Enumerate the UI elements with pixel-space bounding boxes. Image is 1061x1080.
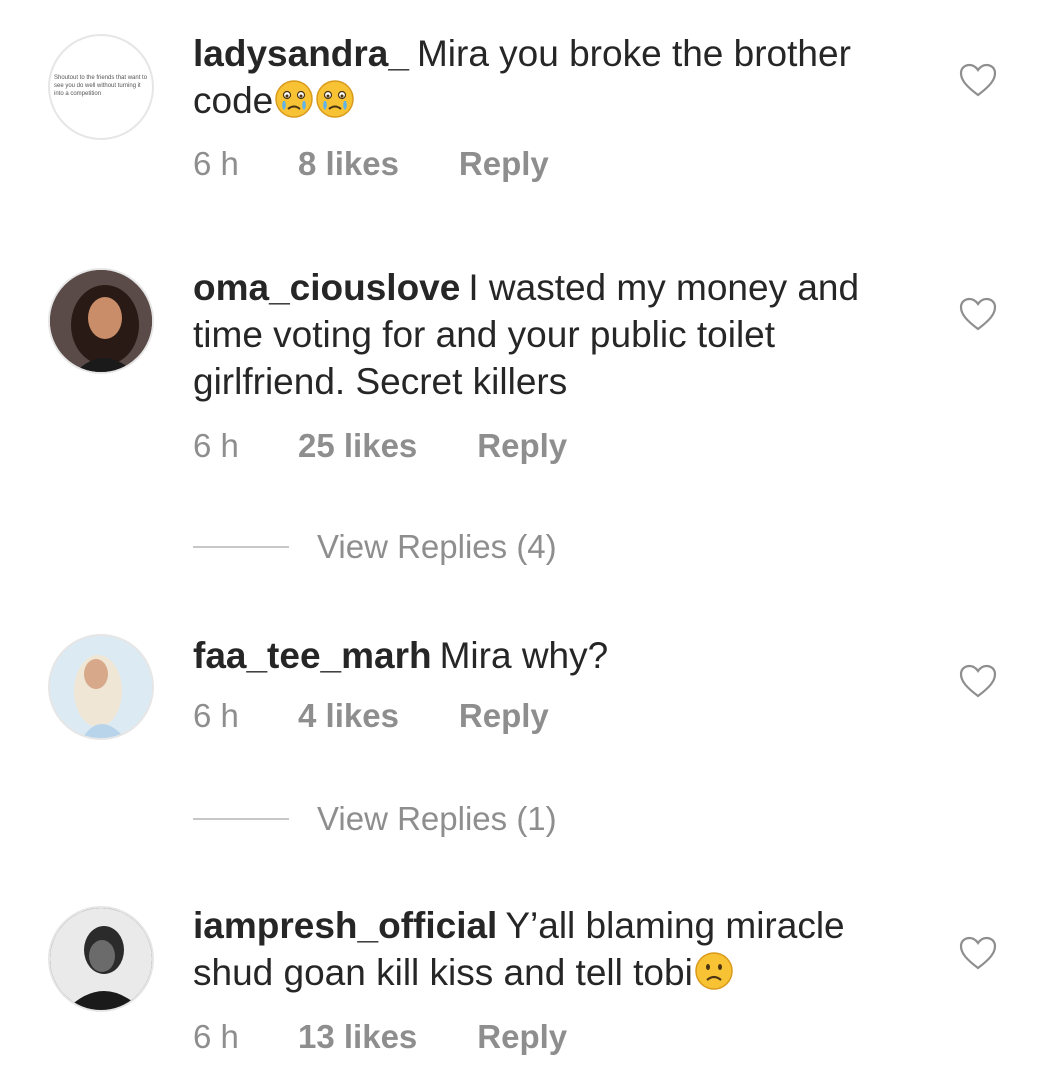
- comment-time: 6 h: [193, 1018, 239, 1055]
- comment-time: 6 h: [193, 145, 239, 182]
- comment-username[interactable]: iampresh_official: [193, 905, 497, 946]
- avatar[interactable]: [48, 634, 154, 740]
- comment-text: oma_ciouslove I wasted my money and time …: [193, 264, 933, 405]
- view-replies-button[interactable]: View Replies (1): [193, 799, 557, 839]
- comment-text: iampresh_official Y’all blaming miracle s…: [193, 902, 933, 996]
- avatar-photo: [50, 636, 152, 738]
- avatar-photo: [50, 270, 152, 372]
- comment-meta: 6 h 4 likes Reply: [193, 696, 549, 736]
- heart-icon[interactable]: [958, 62, 998, 98]
- view-replies-label: View Replies (4): [317, 528, 557, 565]
- comment-username[interactable]: oma_ciouslove: [193, 267, 460, 308]
- reply-button[interactable]: Reply: [459, 145, 549, 183]
- comment-meta: 6 h 8 likes Reply: [193, 144, 549, 184]
- crying-face-emoji: [316, 80, 354, 118]
- heart-icon[interactable]: [958, 935, 998, 971]
- reply-button[interactable]: Reply: [477, 1018, 567, 1056]
- avatar-image-text: Shoutout to the friends that want to see…: [54, 75, 148, 97]
- comment-likes[interactable]: 13 likes: [298, 1018, 417, 1056]
- crying-face-emoji: [275, 80, 313, 118]
- comment-meta: 6 h 13 likes Reply: [193, 1017, 567, 1057]
- frowning-face-emoji: [695, 952, 733, 990]
- comment-text: ladysandra_ Mira you broke the brother co…: [193, 30, 933, 124]
- comment-meta: 6 h 25 likes Reply: [193, 426, 567, 466]
- comment-likes[interactable]: 25 likes: [298, 427, 417, 465]
- avatar[interactable]: [48, 268, 154, 374]
- reply-button[interactable]: Reply: [477, 427, 567, 465]
- divider-line: [193, 546, 289, 548]
- view-replies-button[interactable]: View Replies (4): [193, 527, 557, 567]
- comment-likes[interactable]: 8 likes: [298, 145, 399, 183]
- comment-body: Mira why?: [439, 635, 609, 676]
- avatar-photo: [50, 908, 152, 1010]
- comment-time: 6 h: [193, 697, 239, 734]
- reply-button[interactable]: Reply: [459, 697, 549, 735]
- divider-line: [193, 818, 289, 820]
- heart-icon[interactable]: [958, 296, 998, 332]
- heart-icon[interactable]: [958, 663, 998, 699]
- avatar[interactable]: Shoutout to the friends that want to see…: [48, 34, 154, 140]
- comment-likes[interactable]: 4 likes: [298, 697, 399, 735]
- view-replies-label: View Replies (1): [317, 800, 557, 837]
- comment-username[interactable]: ladysandra_: [193, 33, 409, 74]
- comment-text: faa_tee_marh Mira why?: [193, 632, 933, 679]
- avatar[interactable]: [48, 906, 154, 1012]
- comment-time: 6 h: [193, 427, 239, 464]
- comment-username[interactable]: faa_tee_marh: [193, 635, 432, 676]
